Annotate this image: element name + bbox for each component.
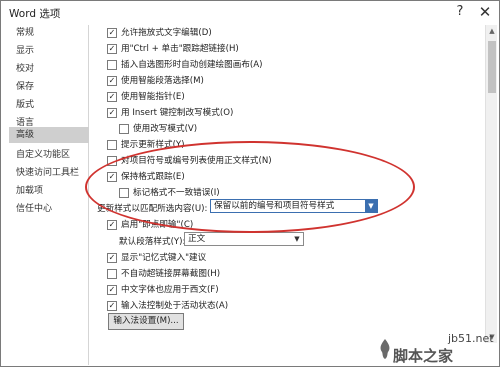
sidebar-item-save[interactable]: 保存 <box>9 79 89 95</box>
watermark-site: jb51.net <box>448 332 494 345</box>
checkbox[interactable] <box>107 140 117 150</box>
checkbox[interactable] <box>107 60 117 70</box>
sidebar-item-advanced[interactable]: 高级 <box>9 127 89 143</box>
dropdown-arrow-icon: ▼ <box>294 235 300 243</box>
window-title: Word 选项 <box>9 8 61 20</box>
checkbox[interactable]: ✓ <box>107 301 117 311</box>
checkbox[interactable]: ✓ <box>107 172 117 182</box>
checkbox[interactable]: ✓ <box>107 108 117 118</box>
default-paragraph-style-select[interactable]: 正文 ▼ <box>184 232 304 246</box>
checkbox[interactable]: ✓ <box>107 253 117 263</box>
watermark-logo-icon <box>380 339 390 359</box>
sidebar-item-quick-access-toolbar[interactable]: 快速访问工具栏 <box>9 165 89 181</box>
checkbox[interactable]: ✓ <box>107 285 117 295</box>
scroll-up-icon[interactable]: ▲ <box>486 25 498 37</box>
default-paragraph-style-label: 默认段落样式(Y): <box>119 237 186 247</box>
sidebar-item-customize-ribbon[interactable]: 自定义功能区 <box>9 147 89 163</box>
sidebar-item-general[interactable]: 常规 <box>9 25 89 41</box>
title-bar: Word 选项 ? ✕ <box>1 1 499 25</box>
sidebar-item-proofing[interactable]: 校对 <box>9 61 89 77</box>
checkbox[interactable] <box>119 124 129 134</box>
checkbox[interactable]: ✓ <box>107 44 117 54</box>
sidebar-item-trust-center[interactable]: 信任中心 <box>9 201 89 217</box>
update-style-select[interactable]: 保留以前的编号和项目符号样式 ▼ <box>210 199 378 213</box>
watermark-name: 脚本之家 <box>393 347 454 365</box>
checkbox[interactable]: ✓ <box>107 76 117 86</box>
checkbox[interactable] <box>107 269 117 279</box>
checkbox[interactable]: ✓ <box>107 92 117 102</box>
sidebar-item-add-ins[interactable]: 加载项 <box>9 183 89 199</box>
checkbox[interactable]: ✓ <box>107 28 117 38</box>
advanced-options-panel: ✓ 允许拖放式文字编辑(D) ✓ 用"Ctrl + 单击"跟踪超链接(H) 插入… <box>97 25 483 365</box>
vertical-scrollbar[interactable]: ▲ ▼ <box>485 25 497 343</box>
word-options-dialog: Word 选项 ? ✕ 常规 显示 校对 保存 版式 语言 高级 自定义功能区 … <box>0 0 500 367</box>
checkbox[interactable] <box>107 156 117 166</box>
update-style-label: 更新样式以匹配所选内容(U): <box>97 204 208 214</box>
checkbox[interactable]: ✓ <box>107 220 117 230</box>
checkbox[interactable] <box>119 188 129 198</box>
close-button[interactable]: ✕ <box>474 3 496 21</box>
scroll-thumb[interactable] <box>488 41 496 93</box>
sidebar: 常规 显示 校对 保存 版式 语言 高级 自定义功能区 快速访问工具栏 加载项 … <box>9 25 89 365</box>
sidebar-item-layout[interactable]: 版式 <box>9 97 89 113</box>
ime-settings-button[interactable]: 输入法设置(M)... <box>108 313 184 330</box>
default-paragraph-style-value: 正文 <box>188 234 206 244</box>
sidebar-item-display[interactable]: 显示 <box>9 43 89 59</box>
update-style-value: 保留以前的编号和项目符号样式 <box>214 201 335 211</box>
help-button[interactable]: ? <box>449 3 471 21</box>
dropdown-arrow-icon: ▼ <box>365 200 377 212</box>
